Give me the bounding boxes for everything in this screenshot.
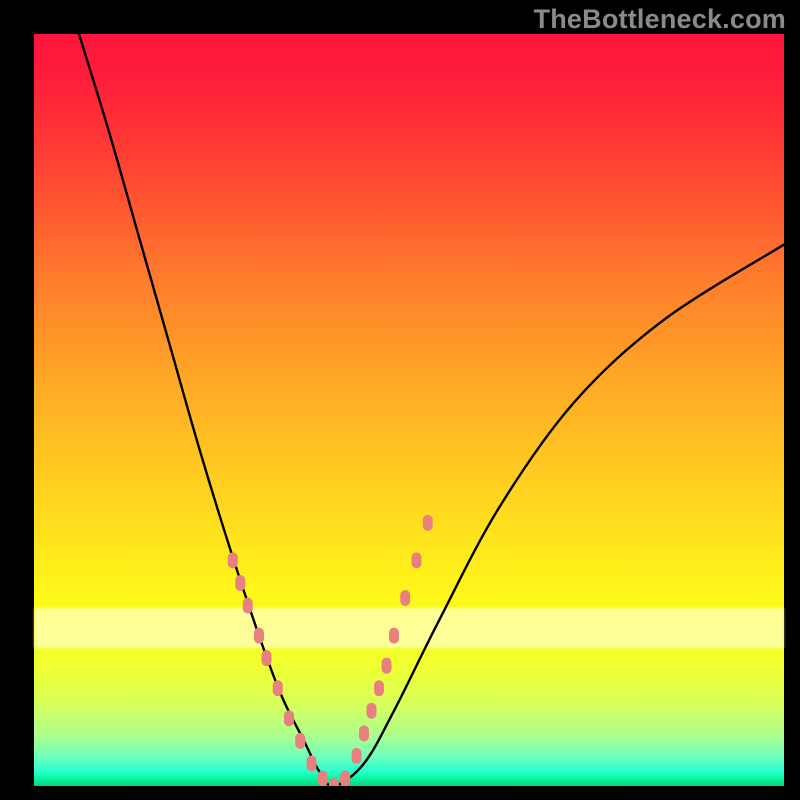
watermark-text: TheBottleneck.com — [534, 4, 786, 35]
highlight-dots — [228, 515, 433, 786]
highlight-dot — [389, 628, 399, 644]
highlight-dot — [262, 650, 272, 666]
highlight-dot — [400, 590, 410, 606]
highlight-dot — [273, 680, 283, 696]
highlight-dot — [359, 725, 369, 741]
highlight-dot — [235, 575, 245, 591]
highlight-dot — [284, 710, 294, 726]
highlight-dot — [412, 552, 422, 568]
chart-frame: TheBottleneck.com — [0, 0, 800, 800]
highlight-dot — [228, 552, 238, 568]
highlight-dot — [318, 770, 328, 786]
plot-area — [34, 34, 784, 786]
highlight-dot — [340, 770, 350, 786]
highlight-dot — [423, 515, 433, 531]
highlight-dot — [243, 598, 253, 614]
bottleneck-curve — [79, 34, 784, 786]
highlight-dot — [352, 748, 362, 764]
highlight-dot — [382, 658, 392, 674]
highlight-dot — [295, 733, 305, 749]
highlight-dot — [374, 680, 384, 696]
highlight-dot — [329, 778, 339, 786]
highlight-dot — [307, 755, 317, 771]
chart-svg — [34, 34, 784, 786]
highlight-dot — [367, 703, 377, 719]
highlight-dot — [254, 628, 264, 644]
